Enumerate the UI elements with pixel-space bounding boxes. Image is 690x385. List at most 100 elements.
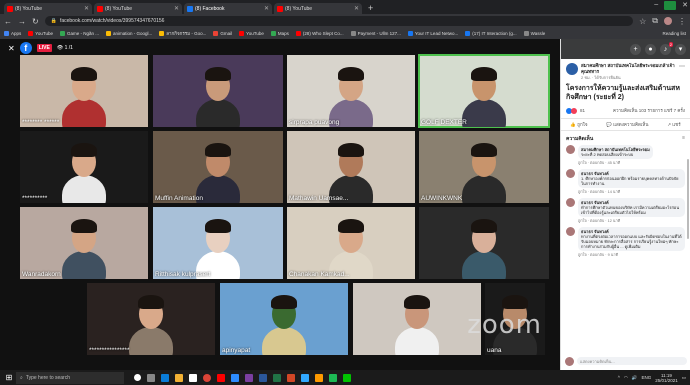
- onenote-icon[interactable]: [245, 373, 253, 382]
- add-icon[interactable]: +: [630, 43, 641, 55]
- participant-tile[interactable]: [153, 55, 283, 127]
- close-window-icon[interactable]: ✕: [682, 1, 688, 10]
- url-input[interactable]: 🔒 facebook.com/watch/videos/399574347670…: [44, 16, 634, 26]
- bookmark-item[interactable]: animation - Googl...: [105, 30, 152, 37]
- minimize-icon[interactable]: –: [654, 1, 658, 10]
- bookmark-item[interactable]: Maps: [270, 30, 289, 37]
- participant-tile[interactable]: ****************: [87, 283, 215, 355]
- reaction-count[interactable]: 81: [580, 108, 585, 113]
- chrome-icon[interactable]: [203, 373, 211, 382]
- word-icon[interactable]: [259, 373, 267, 382]
- back-icon[interactable]: ←: [4, 17, 12, 26]
- comment-meta[interactable]: ถูกใจ · ตอบกลับ · 12 นาที: [578, 218, 685, 224]
- reload-icon[interactable]: ↻: [32, 17, 39, 26]
- taskbar-apps: [134, 373, 351, 382]
- cortana-icon[interactable]: [134, 374, 141, 381]
- participant-tile[interactable]: AUWINKWNK: [419, 131, 549, 203]
- bookmark-item[interactable]: YouTube: [28, 30, 53, 37]
- tab-close-icon[interactable]: ✕: [264, 5, 269, 12]
- comment-button[interactable]: 💬 แสดงความคิดเห็น: [606, 121, 648, 128]
- participant-tile[interactable]: Mathawin Uamsae...: [287, 131, 415, 203]
- excel-icon[interactable]: [273, 373, 281, 382]
- bookmark-item[interactable]: Gmail: [213, 30, 232, 37]
- participant-tile[interactable]: [353, 283, 481, 355]
- tab-close-icon[interactable]: ✕: [174, 5, 179, 12]
- participant-tile[interactable]: sirprapa puavong: [287, 55, 415, 127]
- zoom-app-icon[interactable]: [231, 373, 239, 382]
- comment-meta[interactable]: ถูกใจ · ตอบกลับ · 9 นาที: [578, 252, 685, 258]
- taskbar-search[interactable]: ⌕ Type here to search: [16, 371, 124, 384]
- tab-close-icon[interactable]: ✕: [354, 5, 359, 12]
- participant-tile[interactable]: ******** ******: [20, 55, 148, 127]
- chat-app-icon[interactable]: [343, 373, 351, 382]
- account-menu-icon[interactable]: ▾: [675, 43, 686, 55]
- new-tab-button[interactable]: +: [368, 3, 373, 13]
- photoshop-icon[interactable]: [301, 373, 309, 382]
- bookmark-item[interactable]: (17) IT Interaction (g...: [465, 30, 517, 37]
- bookmark-item[interactable]: Wassle: [523, 30, 545, 37]
- participant-tile[interactable]: apinyapat: [220, 283, 348, 355]
- powerpoint-icon[interactable]: [287, 373, 295, 382]
- live-video-player[interactable]: ✕ f LIVE 👁 1 /1 ******** ****** sirprapa …: [0, 39, 560, 370]
- participant-tile[interactable]: Muffin Animation: [153, 131, 283, 203]
- more-options-icon[interactable]: ⋯: [679, 63, 685, 81]
- comment-meta[interactable]: ถูกใจ · ตอบกลับ · 14 นาที: [578, 189, 685, 195]
- edge-icon[interactable]: [161, 373, 169, 382]
- store-icon[interactable]: [189, 373, 197, 382]
- participant-tile[interactable]: Wanradakorn: [20, 207, 148, 279]
- commenter-avatar[interactable]: [566, 169, 575, 178]
- participant-tile[interactable]: **********: [20, 131, 148, 203]
- extensions-icon[interactable]: ⧉: [652, 16, 658, 26]
- participant-tile[interactable]: GOLF DEXTER: [418, 54, 550, 128]
- notifications-icon[interactable]: ♪ 2: [660, 41, 673, 55]
- windows-start-icon[interactable]: ⊞: [2, 372, 16, 384]
- participant-tile[interactable]: Ritthisak kulprasert: [153, 207, 283, 279]
- app-icon[interactable]: [217, 373, 225, 382]
- commenter-avatar[interactable]: [566, 145, 575, 154]
- browser-tab[interactable]: (8) YouTube ✕: [274, 3, 362, 14]
- page-avatar[interactable]: [566, 63, 578, 75]
- wifi-icon[interactable]: ◠: [624, 375, 628, 381]
- sort-icon[interactable]: ≡: [682, 135, 685, 143]
- panel-scrollbar[interactable]: [687, 159, 689, 239]
- participant-tile[interactable]: [419, 207, 549, 279]
- facebook-logo-icon[interactable]: f: [19, 42, 32, 54]
- commenter-avatar[interactable]: [566, 198, 575, 207]
- bookmark-item[interactable]: Your IT Lead Netwo...: [407, 30, 458, 37]
- volume-icon[interactable]: 🔊: [632, 375, 638, 381]
- browser-tab[interactable]: (8) YouTube ✕: [94, 3, 182, 14]
- participant-tile[interactable]: Chanakan Kamkad...: [287, 207, 415, 279]
- close-video-icon[interactable]: ✕: [8, 44, 15, 53]
- language-indicator[interactable]: ENG: [641, 375, 651, 380]
- comment-share-count[interactable]: ความคิดเห็น 103 รายการ แชร์ 7 ครั้ง: [613, 107, 685, 114]
- menu-dots-icon[interactable]: ⋮: [678, 17, 686, 26]
- bookmark-item[interactable]: YouTube: [239, 30, 264, 37]
- bookmark-item[interactable]: Apps: [4, 30, 21, 37]
- bookmark-item[interactable]: ลากกิจกรรม - Goo...: [159, 30, 206, 37]
- browser-tab[interactable]: (8) Facebook ✕: [184, 3, 272, 14]
- forward-icon[interactable]: →: [18, 17, 26, 26]
- tab-close-icon[interactable]: ✕: [84, 5, 89, 12]
- tray-chevron-icon[interactable]: ^: [618, 375, 620, 380]
- like-button[interactable]: 👍 ถูกใจ: [570, 121, 587, 128]
- messenger-icon[interactable]: ●: [645, 43, 656, 55]
- bookmark-item[interactable]: Payment - Ullm 127...: [350, 30, 401, 37]
- commenter-avatar[interactable]: [566, 227, 575, 236]
- comment-meta[interactable]: ถูกใจ · ตอบกลับ · 45 นาที: [578, 160, 653, 166]
- file-explorer-icon[interactable]: [175, 373, 183, 382]
- page-name[interactable]: สมาคมศึกษา สถาบันเทคโนโลยีพระจอมเกล้าเจ้…: [581, 63, 676, 74]
- profile-avatar[interactable]: [664, 17, 672, 25]
- illustrator-icon[interactable]: [315, 373, 323, 382]
- task-view-icon[interactable]: [147, 373, 155, 382]
- comment-input[interactable]: แสดงความคิดเห็น...: [577, 357, 687, 365]
- clock[interactable]: 11:19 25/01/2021: [655, 373, 678, 383]
- maximize-icon[interactable]: [664, 1, 677, 10]
- line-icon[interactable]: [329, 373, 337, 382]
- browser-tab[interactable]: (8) YouTube ✕: [4, 3, 92, 14]
- bookmark-item[interactable]: Game - Ngăn ...: [59, 30, 99, 37]
- share-button[interactable]: ↗ แชร์: [667, 121, 680, 128]
- star-icon[interactable]: ☆: [639, 17, 646, 26]
- bookmark-item[interactable]: (28) Who Slept Co...: [295, 30, 344, 37]
- notification-center-icon[interactable]: ▭: [682, 375, 686, 381]
- reading-list-button[interactable]: Reading list: [662, 31, 686, 36]
